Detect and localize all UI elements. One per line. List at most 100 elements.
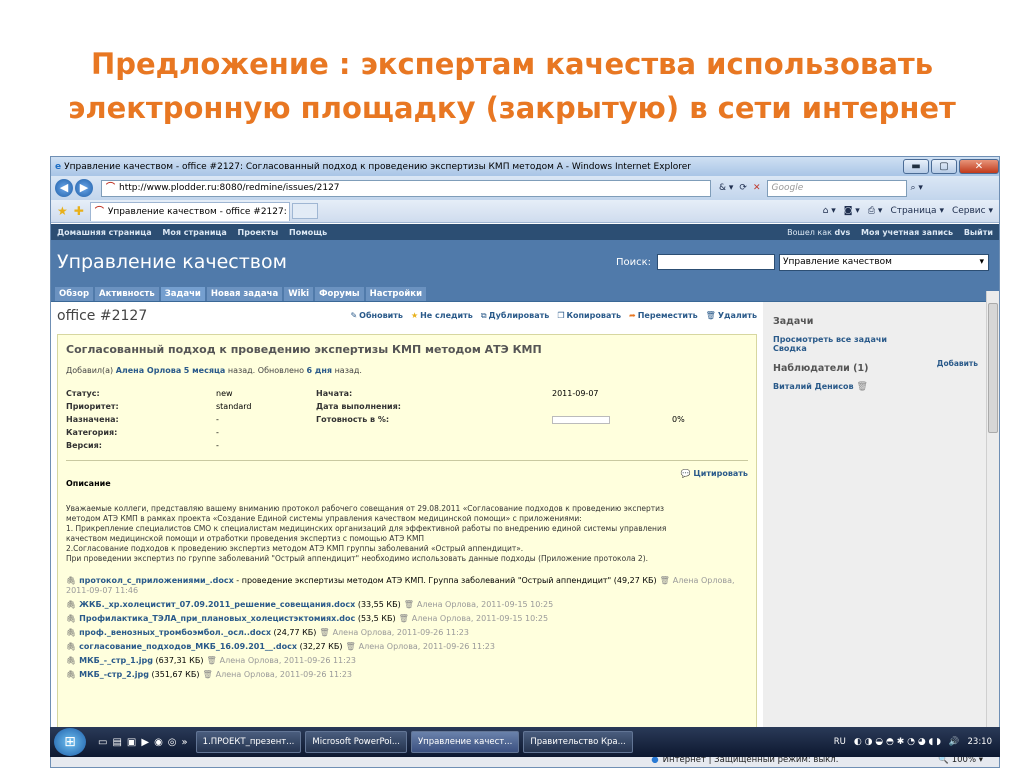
author-link[interactable]: Алена Орлова (116, 366, 182, 375)
trash-icon[interactable]: 🗑 (319, 628, 329, 637)
add-watcher-link[interactable]: Добавить (937, 359, 978, 368)
volume-icon[interactable]: 🔊 (949, 737, 960, 747)
unwatch-button[interactable]: ★ Не следить (411, 311, 473, 321)
top-link-help[interactable]: Помощь (289, 228, 327, 237)
task-powerpoint-file[interactable]: 1.ПРОЕКТ_презент... (195, 731, 302, 753)
clock[interactable]: 23:10 (968, 737, 993, 747)
attachment-link[interactable]: протокол_с_приложениями_.docx (79, 576, 234, 585)
attachment-link[interactable]: МКБ_-_стр_1.jpg (79, 656, 153, 665)
url-field[interactable]: ⌒ http://www.plodder.ru:8080/redmine/iss… (101, 179, 711, 197)
vertical-scrollbar[interactable] (986, 291, 999, 751)
attachment-item: 🖇 МКБ_-_стр_1.jpg (637,31 КБ) 🗑 Алена Орлов… (66, 656, 748, 666)
quote-button[interactable]: 💬 Цитировать (681, 469, 748, 478)
quote-icon: 💬 (680, 469, 691, 478)
task-ie-issue[interactable]: Управление качест... (410, 731, 520, 753)
task-ie-government[interactable]: Правительство Кра... (523, 731, 633, 753)
attachment-link[interactable]: ЖКБ._хр.холецистит_07.09.2011_решение_со… (79, 600, 355, 609)
compatibility-icon[interactable]: & ▾ (719, 183, 733, 193)
attachment-meta: Алена Орлова, 2011-09-26 11:23 (219, 656, 356, 665)
top-link-mypage[interactable]: Моя страница (162, 228, 226, 237)
project-select[interactable]: Управление качеством ▾ (779, 253, 989, 271)
trash-icon[interactable]: 🗑 (660, 576, 670, 585)
delete-button[interactable]: 🗑 Удалить (706, 311, 757, 321)
window-title: Управление качеством - office #2127: Сог… (64, 161, 692, 172)
attachment-link[interactable]: МКБ_-стр_2.jpg (79, 670, 149, 679)
trash-icon[interactable]: 🗑 (856, 382, 867, 392)
tab-activity[interactable]: Активность (95, 287, 159, 301)
update-button[interactable]: ✎ Обновить (350, 311, 402, 321)
print-icon[interactable]: ⎙ ▾ (868, 206, 883, 216)
home-icon[interactable]: ⌂ ▾ (823, 206, 836, 216)
added-ago-link[interactable]: 5 месяца (184, 366, 226, 375)
close-button[interactable]: ✕ (959, 159, 999, 174)
description-line: Уважаемые коллеги, представляю вашему вн… (66, 504, 664, 513)
top-link-projects[interactable]: Проекты (238, 228, 279, 237)
trash-icon[interactable]: 🗑 (345, 642, 355, 651)
media-icon[interactable]: ▶ (141, 737, 149, 748)
more-icon[interactable]: » (182, 737, 188, 748)
tab-label: Управление качеством - office #2127: Сог… (107, 206, 289, 217)
start-button[interactable]: ⊞ (54, 728, 86, 756)
feeds-icon[interactable]: ◙ ▾ (844, 206, 860, 216)
scrollbar-thumb[interactable] (988, 303, 998, 433)
duplicate-button[interactable]: ⧉ Дублировать (481, 311, 550, 321)
add-favorites-icon[interactable]: ✚ (74, 204, 84, 218)
tab-forums[interactable]: Форумы (315, 287, 364, 301)
chrome-icon[interactable]: ◎ (168, 737, 177, 748)
firefox-icon[interactable]: ◉ (154, 737, 163, 748)
category-value: - (216, 428, 219, 437)
stop-icon[interactable]: ✕ (753, 183, 761, 193)
top-link-home[interactable]: Домашняя страница (57, 228, 152, 237)
tab-issues[interactable]: Задачи (160, 287, 205, 301)
view-all-issues-link[interactable]: Просмотреть все задачи (773, 335, 978, 344)
back-icon[interactable]: ◀ (55, 179, 73, 197)
username[interactable]: dvs (835, 228, 851, 237)
new-tab-button[interactable] (291, 203, 318, 219)
maximize-button[interactable]: ▢ (931, 159, 957, 174)
redmine-top-menu: Домашняя страница Моя страница Проекты П… (51, 224, 999, 240)
window-switch-icon[interactable]: ▤ (112, 737, 121, 748)
pencil-icon: ✎ (350, 311, 358, 320)
tab-issue[interactable]: ⌒ Управление качеством - office #2127: С… (89, 201, 290, 221)
move-button[interactable]: ➦ Переместить (629, 311, 698, 321)
search-icon[interactable]: ⌕ ▾ (911, 183, 923, 193)
trash-icon[interactable]: 🗑 (202, 670, 212, 679)
show-desktop-icon[interactable]: ▭ (98, 737, 107, 748)
summary-link[interactable]: Сводка (773, 344, 978, 353)
page-menu[interactable]: Страница ▾ (890, 206, 944, 216)
window-titlebar[interactable]: e Управление качеством - office #2127: С… (51, 157, 999, 176)
watcher-link[interactable]: Виталий Денисов (773, 382, 854, 391)
trash-icon[interactable]: 🗑 (404, 600, 414, 609)
search-input[interactable]: Google (766, 179, 907, 197)
attachment-link[interactable]: согласование_подходов_МКБ_16.09.201__.do… (79, 642, 297, 651)
start-label: Начата: (316, 389, 353, 398)
tools-menu[interactable]: Сервис ▾ (952, 206, 993, 216)
attachment-link[interactable]: Профилактика_ТЭЛА_при_плановых_холецистэ… (79, 614, 355, 623)
tab-wiki[interactable]: Wiki (284, 287, 314, 301)
updated-ago-link[interactable]: 6 дня (307, 366, 332, 375)
attachment-link[interactable]: проф._венозных_тромбоэмбол._осл..docx (79, 628, 271, 637)
copy-button[interactable]: ❐ Копировать (557, 311, 621, 321)
sidebar-tasks-title: Задачи (773, 316, 814, 327)
refresh-icon[interactable]: ⟳ (739, 183, 747, 193)
tab-settings[interactable]: Настройки (365, 287, 427, 301)
logout-link[interactable]: Выйти (964, 228, 993, 237)
my-account-link[interactable]: Моя учетная запись (861, 228, 953, 237)
task-powerpoint[interactable]: Microsoft PowerPoi... (305, 731, 407, 753)
minimize-button[interactable]: ▬ (903, 159, 929, 174)
redmine-search-input[interactable] (657, 254, 775, 270)
language-indicator[interactable]: RU (834, 737, 846, 747)
favorites-star-icon[interactable]: ★ (57, 204, 68, 218)
trash-icon[interactable]: 🗑 (206, 656, 216, 665)
quote-label: Цитировать (693, 469, 748, 478)
forward-icon[interactable]: ▶ (75, 179, 93, 197)
tab-overview[interactable]: Обзор (55, 287, 94, 301)
tab-new-issue[interactable]: Новая задача (206, 287, 283, 301)
watchers-header: Наблюдатели (1) Добавить (773, 359, 978, 382)
app-icon[interactable]: ▣ (127, 737, 136, 748)
status-value: new (216, 389, 233, 398)
attachment-desc: (33,55 КБ) (355, 600, 401, 609)
tray-icons[interactable]: ◐ ◑ ◒ ◓ ✱ ◔ ◕ ◖ ◗ (854, 737, 941, 747)
search-area: Поиск: Управление качеством ▾ (616, 253, 999, 271)
trash-icon[interactable]: 🗑 (399, 614, 409, 623)
